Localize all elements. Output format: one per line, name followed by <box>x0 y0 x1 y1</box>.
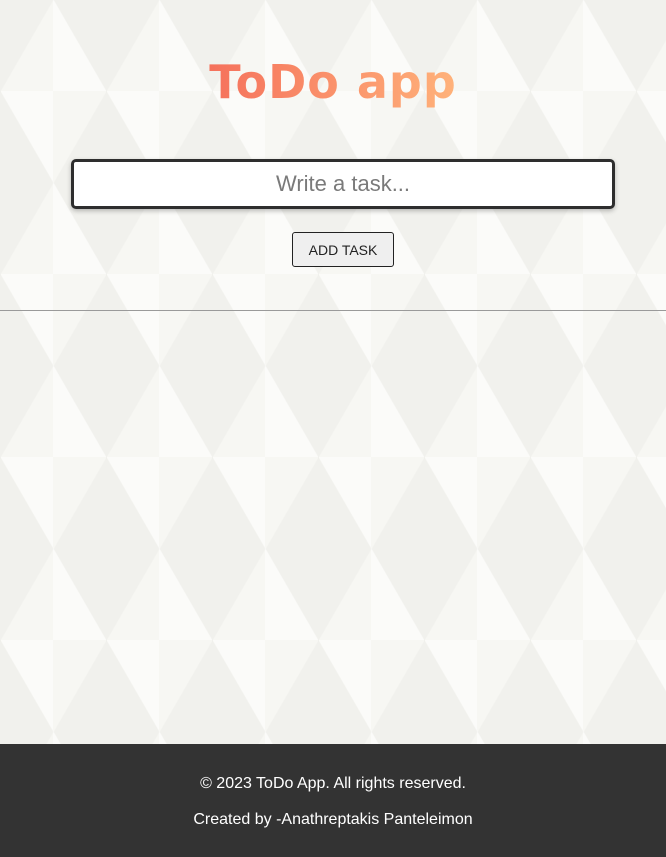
header-section: ToDo app ADD TASK <box>0 0 666 311</box>
task-input[interactable] <box>71 159 615 209</box>
add-task-button[interactable]: ADD TASK <box>292 232 394 267</box>
footer-copyright: © 2023 ToDo App. All rights reserved. <box>200 775 466 792</box>
footer-credit: Created by -Anathreptakis Panteleimon <box>193 811 473 828</box>
task-list <box>0 311 666 744</box>
footer: © 2023 ToDo App. All rights reserved. Cr… <box>0 744 666 857</box>
page-title-text: ToDo app <box>209 55 457 109</box>
page-title: ToDo app <box>0 52 666 112</box>
